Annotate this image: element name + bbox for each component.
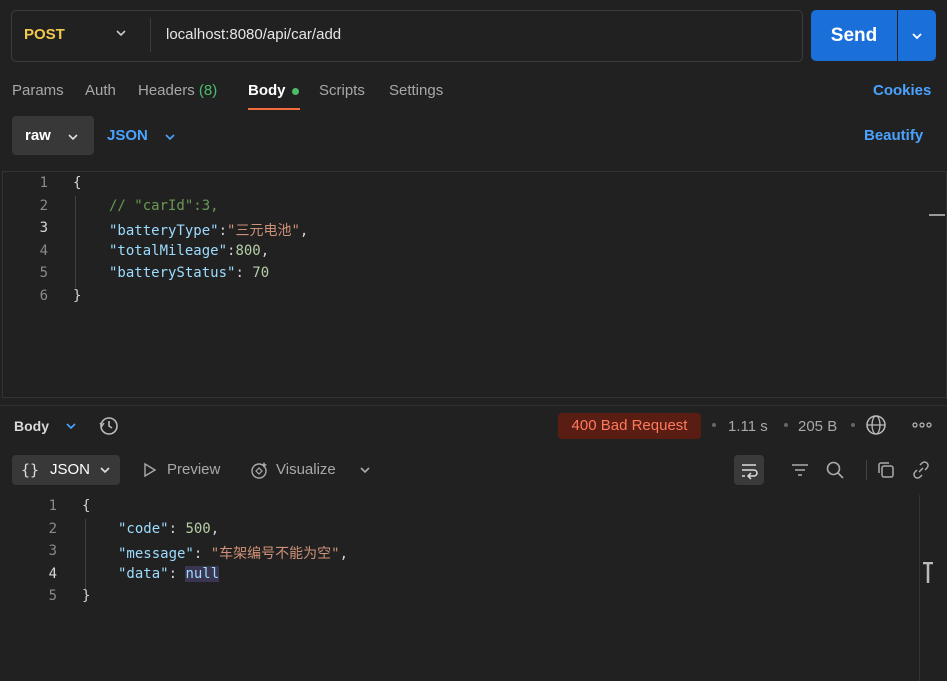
chevron-down-icon <box>165 134 175 141</box>
indent-guide <box>75 196 76 288</box>
separator-dot <box>712 423 716 427</box>
code-line: } <box>82 588 91 604</box>
toolbar-separator <box>866 460 867 480</box>
code-line: "code": 500, <box>118 521 220 537</box>
headers-count: (8) <box>198 82 218 99</box>
code-comment: // "carId":3, <box>109 198 219 214</box>
search-icon[interactable] <box>825 460 845 480</box>
tab-headers-label: Headers <box>138 82 195 99</box>
text-cursor-icon <box>923 562 933 583</box>
response-format-label: JSON <box>50 461 91 478</box>
editor-scrollbar-marker[interactable] <box>929 214 945 216</box>
braces-icon: {} <box>21 461 40 479</box>
code-line: } <box>73 288 82 304</box>
separator-dot <box>851 423 855 427</box>
code-line: "totalMileage":800, <box>109 243 270 259</box>
separator-dot <box>784 423 788 427</box>
body-language-select[interactable]: JSON <box>107 127 148 144</box>
filter-icon[interactable] <box>790 460 810 480</box>
code-line: // "carId":3, <box>109 198 219 214</box>
chevron-down-icon <box>912 33 922 40</box>
tab-body[interactable]: Body <box>248 82 286 99</box>
line-number: 3 <box>39 220 48 236</box>
line-number: 4 <box>48 566 57 582</box>
line-number: 4 <box>39 243 48 259</box>
line-number: 1 <box>48 498 57 514</box>
line-number: 3 <box>48 543 57 559</box>
url-input[interactable]: localhost:8080/api/car/add <box>166 10 341 60</box>
url-bar <box>11 10 803 62</box>
line-number: 2 <box>48 521 57 537</box>
globe-icon[interactable] <box>865 414 887 436</box>
code-line: "batteryStatus": 70 <box>109 265 270 281</box>
tab-auth[interactable]: Auth <box>85 82 116 99</box>
code-line: "message": "车架编号不能为空", <box>118 546 349 562</box>
more-options-icon[interactable] <box>911 418 933 432</box>
response-size[interactable]: 205 B <box>798 418 837 435</box>
body-modified-dot <box>292 88 299 95</box>
tab-params[interactable]: Params <box>12 82 64 99</box>
status-badge[interactable]: 400 Bad Request <box>558 413 701 439</box>
chevron-down-icon[interactable] <box>358 463 372 477</box>
response-section-select[interactable]: Body <box>14 418 49 434</box>
body-mode-label: raw <box>25 127 51 144</box>
preview-button[interactable]: Preview <box>167 461 220 478</box>
response-time[interactable]: 1.11 s <box>728 418 768 435</box>
chevron-down-icon <box>100 467 110 474</box>
active-tab-underline <box>248 108 300 110</box>
tab-headers[interactable]: Headers (8) <box>138 82 217 99</box>
tab-settings[interactable]: Settings <box>389 82 443 99</box>
tab-scripts[interactable]: Scripts <box>319 82 365 99</box>
code-line: { <box>82 498 91 514</box>
line-number: 2 <box>39 198 48 214</box>
cookies-link[interactable]: Cookies <box>873 82 931 99</box>
line-number: 6 <box>39 288 48 304</box>
history-icon[interactable] <box>98 415 120 437</box>
chevron-down-icon <box>68 134 78 141</box>
method-select[interactable]: POST <box>24 10 65 60</box>
play-icon <box>144 462 157 478</box>
link-icon[interactable] <box>911 460 931 480</box>
code-line: "data": null <box>118 566 220 582</box>
code-line: { <box>73 175 82 191</box>
copy-icon[interactable] <box>876 460 896 480</box>
url-separator <box>150 18 151 52</box>
send-dropdown-button[interactable] <box>898 10 936 61</box>
chevron-down-icon[interactable] <box>114 26 128 40</box>
visualize-icon <box>251 462 267 479</box>
pane-divider[interactable] <box>0 405 947 406</box>
line-number: 5 <box>48 588 57 604</box>
beautify-button[interactable]: Beautify <box>864 127 923 144</box>
code-line: "batteryType":"三元电池", <box>109 223 309 239</box>
indent-guide <box>85 519 86 589</box>
wrap-lines-icon <box>742 464 758 480</box>
response-scrollbar-track[interactable] <box>919 495 920 681</box>
visualize-button[interactable]: Visualize <box>276 461 336 478</box>
line-number: 5 <box>39 265 48 281</box>
chevron-down-icon <box>66 423 76 430</box>
send-button[interactable]: Send <box>811 10 897 61</box>
line-number: 1 <box>39 175 48 191</box>
